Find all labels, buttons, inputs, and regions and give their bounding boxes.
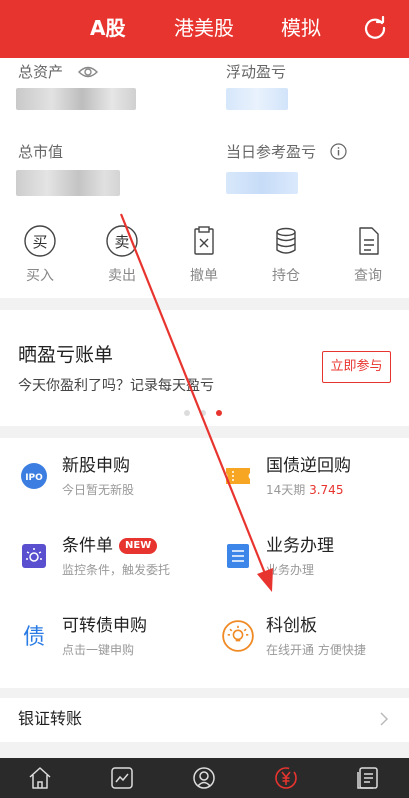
market-chart-icon[interactable] (109, 765, 135, 791)
sell-label: 卖出 (108, 268, 136, 284)
total-assets-value-masked (16, 88, 136, 110)
treasury-repo-title: 国债逆回购 (266, 456, 351, 476)
bond-icon: 债 (23, 625, 45, 650)
bond-glyph: 债 (23, 625, 45, 650)
buy-glyph: 买 (32, 233, 47, 251)
profile-icon[interactable] (191, 765, 217, 791)
treasury-repo-subtitle: 14天期 3.745 (266, 482, 343, 498)
cancel-order-icon (194, 226, 214, 255)
daily-pl-label: 当日参考盈亏 (226, 143, 317, 161)
banner-subtitle: 今天你盈利了吗？记录每天盈亏 (18, 378, 214, 394)
cancel-order-label: 撤单 (190, 268, 218, 284)
tab-hk-us[interactable]: 港美股 (174, 14, 234, 42)
home-icon[interactable] (27, 765, 53, 791)
total-assets-label: 总资产 (18, 63, 64, 81)
convertible-bond-title: 可转债申购 (62, 616, 147, 636)
info-icon[interactable] (330, 143, 347, 160)
eye-icon[interactable] (78, 65, 98, 79)
treasury-repo-term: 14天期 (266, 483, 310, 497)
banner-title: 晒盈亏账单 (18, 344, 114, 366)
sell-icon: 卖 (106, 225, 138, 257)
daily-pl-value-masked (226, 172, 298, 194)
ipo-title: 新股申购 (62, 456, 130, 476)
list-icon (227, 544, 249, 568)
sell-glyph: 卖 (114, 233, 129, 251)
business-handling-item[interactable]: 业务办理 业务办理 (224, 534, 409, 594)
ticket-icon (226, 468, 250, 484)
conditional-order-subtitle: 监控条件，触发委托 (62, 563, 171, 577)
bank-transfer-label: 银证转账 (18, 709, 83, 728)
services-grid: IPO 新股申购 今日暂无新股 国债逆回购 14天期 3.745 条件单 NEW … (0, 438, 409, 688)
condition-icon (22, 544, 46, 568)
news-list-icon[interactable] (355, 765, 381, 791)
carousel-dot[interactable] (184, 410, 190, 416)
treasury-repo-item[interactable]: 国债逆回购 14天期 3.745 (224, 454, 409, 514)
query-button[interactable]: 查询 (338, 224, 398, 285)
convertible-bond-item[interactable]: 债 可转债申购 点击一键申购 (20, 614, 210, 674)
svg-text:IPO: IPO (25, 473, 43, 483)
ipo-subscribe-item[interactable]: IPO 新股申购 今日暂无新股 (20, 454, 210, 514)
positions-icon (276, 227, 296, 254)
carousel-dot[interactable] (200, 410, 206, 416)
positions-label: 持仓 (272, 268, 300, 284)
join-now-button[interactable]: 立即参与 (322, 351, 391, 383)
treasury-repo-rate: 3.745 (309, 483, 344, 497)
sell-button[interactable]: 卖 卖出 (92, 224, 152, 285)
tab-a-share[interactable]: A股 (90, 14, 125, 42)
positions-button[interactable]: 持仓 (256, 224, 316, 285)
query-icon (359, 227, 379, 255)
conditional-order-title-text: 条件单 (62, 536, 113, 556)
star-market-title: 科创板 (266, 616, 317, 636)
trade-yen-icon[interactable] (273, 765, 299, 791)
buy-label: 买入 (26, 268, 54, 284)
buy-icon: 买 (24, 225, 56, 257)
carousel-dot-active[interactable] (216, 410, 222, 416)
buy-button[interactable]: 买 买入 (10, 224, 70, 285)
business-handling-subtitle: 业务办理 (266, 563, 315, 577)
bulb-icon (222, 620, 254, 652)
chevron-right-icon (380, 712, 389, 726)
bank-transfer-row[interactable]: 银证转账 (0, 698, 409, 742)
query-label: 查询 (354, 268, 382, 284)
bottom-nav (0, 758, 409, 798)
top-bar: A股 港美股 模拟 (0, 0, 409, 58)
convertible-bond-subtitle: 点击一键申购 (62, 643, 135, 657)
floating-pl-value-masked (226, 88, 288, 110)
ipo-icon: IPO (21, 463, 47, 489)
star-market-item[interactable]: 科创板 在线开通 方便快捷 (222, 614, 409, 674)
market-value-masked (16, 170, 120, 196)
conditional-order-title: 条件单 NEW (62, 534, 158, 558)
market-value-label: 总市值 (18, 143, 64, 161)
asset-panel: 总资产 浮动盈亏 总市值 当日参考盈亏 (0, 58, 409, 210)
refresh-icon[interactable] (363, 16, 387, 40)
trade-actions: 买 买入 卖 卖出 撤单 持仓 查询 (0, 210, 409, 298)
ipo-subtitle: 今日暂无新股 (62, 483, 135, 497)
cancel-order-button[interactable]: 撤单 (174, 224, 234, 285)
conditional-order-item[interactable]: 条件单 NEW 监控条件，触发委托 (20, 534, 210, 594)
floating-pl-label: 浮动盈亏 (226, 63, 287, 81)
new-badge: NEW (119, 538, 158, 554)
star-market-subtitle: 在线开通 方便快捷 (266, 643, 366, 657)
tab-simulation[interactable]: 模拟 (281, 14, 321, 42)
business-handling-title: 业务办理 (266, 536, 334, 556)
